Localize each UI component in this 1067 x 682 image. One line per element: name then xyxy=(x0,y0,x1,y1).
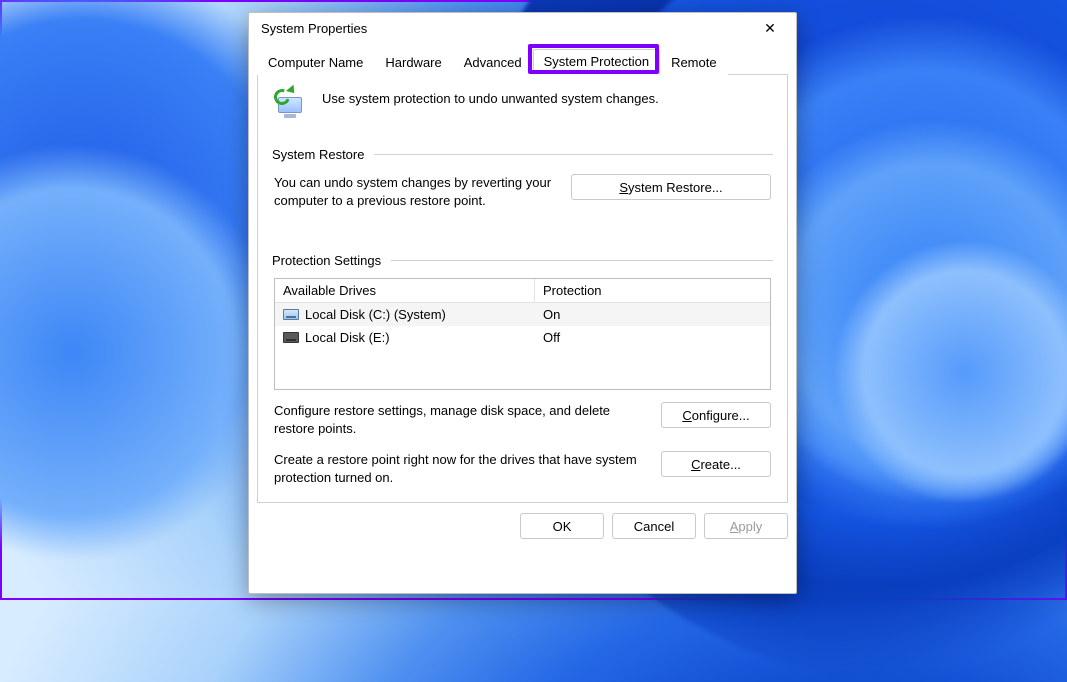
dialog-button-row: OK Cancel Apply xyxy=(249,503,796,539)
close-icon: ✕ xyxy=(764,21,776,35)
tab-remote[interactable]: Remote xyxy=(660,50,728,75)
close-button[interactable]: ✕ xyxy=(750,15,790,41)
protection-drives-table: Available Drives Protection Local Disk (… xyxy=(274,278,771,390)
tab-hardware[interactable]: Hardware xyxy=(374,50,452,75)
tab-panel-system-protection: Use system protection to undo unwanted s… xyxy=(257,75,788,503)
restore-description: You can undo system changes by reverting… xyxy=(274,174,557,209)
group-protection-settings: Protection Settings xyxy=(272,253,773,268)
dialog-title: System Properties xyxy=(261,21,750,36)
system-properties-dialog: System Properties ✕ Computer Name Hardwa… xyxy=(248,12,797,594)
drive-protection-status: Off xyxy=(535,326,770,349)
create-description: Create a restore point right now for the… xyxy=(274,451,647,486)
system-restore-button[interactable]: System Restore... xyxy=(571,174,771,200)
col-protection[interactable]: Protection xyxy=(535,279,770,302)
drive-row[interactable]: Local Disk (E:) Off xyxy=(275,326,770,349)
configure-description: Configure restore settings, manage disk … xyxy=(274,402,647,437)
drive-row[interactable]: Local Disk (C:) (System) On xyxy=(275,303,770,326)
title-bar: System Properties ✕ xyxy=(249,13,796,43)
divider xyxy=(391,260,773,261)
drive-name: Local Disk (E:) xyxy=(305,330,390,345)
system-protection-icon xyxy=(274,89,310,125)
configure-button[interactable]: Configure... xyxy=(661,402,771,428)
drive-name: Local Disk (C:) (System) xyxy=(305,307,446,322)
tab-advanced[interactable]: Advanced xyxy=(453,50,533,75)
intro-text: Use system protection to undo unwanted s… xyxy=(322,89,659,125)
col-available-drives[interactable]: Available Drives xyxy=(275,279,535,302)
tab-system-protection[interactable]: System Protection xyxy=(533,49,661,75)
tab-strip: Computer Name Hardware Advanced System P… xyxy=(257,49,788,75)
drive-icon xyxy=(283,332,299,343)
group-label-text: Protection Settings xyxy=(272,253,381,268)
divider xyxy=(374,154,773,155)
create-button[interactable]: Create... xyxy=(661,451,771,477)
drive-icon xyxy=(283,309,299,320)
ok-button[interactable]: OK xyxy=(520,513,604,539)
apply-button: Apply xyxy=(704,513,788,539)
table-empty-space xyxy=(275,349,770,389)
drive-protection-status: On xyxy=(535,303,770,326)
tab-computer-name[interactable]: Computer Name xyxy=(257,50,374,75)
group-system-restore: System Restore xyxy=(272,147,773,162)
group-label-text: System Restore xyxy=(272,147,364,162)
cancel-button[interactable]: Cancel xyxy=(612,513,696,539)
